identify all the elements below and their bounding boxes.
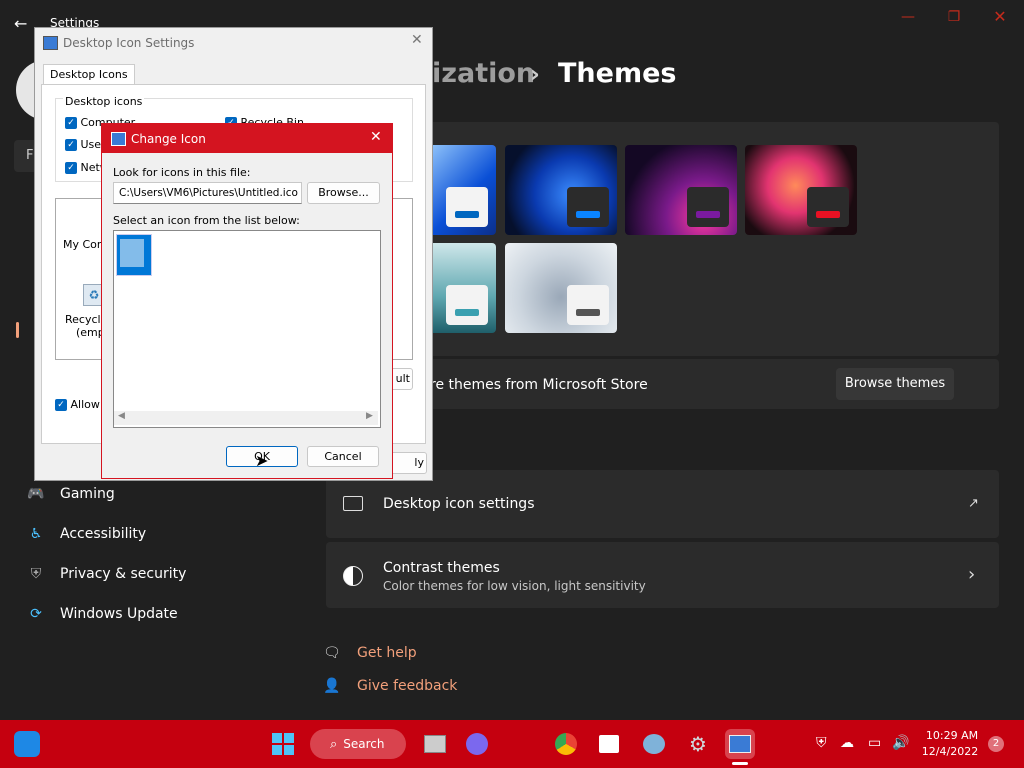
theme-2[interactable] <box>505 145 617 235</box>
cancel-button[interactable]: Cancel <box>307 446 379 467</box>
active-indicator <box>732 762 748 765</box>
gamepad-icon: 🎮 <box>27 486 45 502</box>
close-button[interactable]: ✕ <box>978 6 1022 28</box>
page-title: Themes <box>558 58 677 89</box>
taskbar: ⌕ Search ⚙ ⛨ ☁ ▭ 🔊 10:29 AM 12/4/2022 2 <box>0 720 1024 768</box>
accessibility-icon: ♿ <box>29 526 43 542</box>
paint-icon[interactable] <box>639 729 669 759</box>
scroll-right-arrow-icon[interactable]: ▶ <box>366 411 373 421</box>
select-icon-label: Select an icon from the list below: <box>113 214 300 227</box>
dialog-title: Desktop Icon Settings <box>63 36 195 50</box>
get-help-link[interactable]: Get help <box>357 645 417 661</box>
theme-3[interactable] <box>625 145 737 235</box>
onedrive-icon[interactable]: ☁ <box>840 735 854 751</box>
search-icon: ⌕ <box>330 736 338 752</box>
back-arrow-icon[interactable]: ← <box>14 14 34 34</box>
theme-6[interactable] <box>505 243 617 333</box>
selected-icon-thumb <box>120 239 144 267</box>
mouse-cursor-icon: ➤ <box>255 451 269 470</box>
breadcrumb-parent[interactable]: ization <box>432 58 535 89</box>
allow-themes-check[interactable]: ✓ Allow t <box>55 398 108 411</box>
start-icon[interactable] <box>268 729 298 759</box>
widgets-icon[interactable] <box>14 731 40 757</box>
chevron-right-icon: › <box>968 564 976 585</box>
restore-button[interactable]: ❐ <box>932 6 976 28</box>
desktop-icon <box>343 496 363 511</box>
chrome-icon[interactable] <box>551 729 581 759</box>
nav-label-update: Windows Update <box>60 606 178 622</box>
breadcrumb-separator: › <box>530 60 540 88</box>
apply-button[interactable]: ly <box>387 452 427 474</box>
contrast-icon <box>343 566 363 586</box>
minimize-button[interactable]: — <box>886 6 930 28</box>
help-icon: 🗨 <box>323 645 341 661</box>
desktop-icon-settings-label: Desktop icon settings <box>383 496 535 512</box>
clock-date[interactable]: 12/4/2022 <box>920 745 980 758</box>
shield-icon: ⛨ <box>30 566 42 582</box>
control-panel-icon[interactable] <box>725 729 755 759</box>
contrast-title: Contrast themes <box>383 560 500 576</box>
file-path-input[interactable]: C:\Users\VM6\Pictures\Untitled.ico <box>113 182 302 204</box>
settings-gear-icon[interactable]: ⚙ <box>683 729 713 759</box>
nav-gaming[interactable]: 🎮 Gaming <box>26 481 115 507</box>
dialog-close-button[interactable]: ✕ <box>411 32 423 48</box>
browse-themes-button[interactable]: Browse themes <box>836 368 954 400</box>
clock-time[interactable]: 10:29 AM <box>924 729 980 742</box>
tab-desktop-icons[interactable]: Desktop Icons <box>43 64 135 84</box>
nav-label-gaming: Gaming <box>60 486 115 502</box>
volume-icon[interactable]: 🔊 <box>892 735 909 751</box>
nav-accessibility[interactable]: ♿ Accessibility <box>26 521 146 547</box>
theme-4[interactable] <box>745 145 857 235</box>
change-icon-title: Change Icon <box>131 132 206 146</box>
update-icon: ⟳ <box>30 606 42 622</box>
external-link-icon: ↗ <box>968 496 979 511</box>
nav-indicator <box>16 322 19 338</box>
change-icon-close-button[interactable]: ✕ <box>370 129 382 145</box>
group-label: Desktop icons <box>63 95 145 108</box>
store-text: re themes from Microsoft Store <box>430 377 648 393</box>
nav-windows-update[interactable]: ⟳ Windows Update <box>26 601 178 627</box>
taskbar-search[interactable]: ⌕ Search <box>310 729 406 759</box>
taskbar-search-label: Search <box>343 737 385 751</box>
browse-button[interactable]: Browse... <box>307 182 380 204</box>
teams-icon[interactable] <box>462 729 492 759</box>
check-user[interactable]: ✓ User <box>65 138 106 151</box>
nav-label-accessibility: Accessibility <box>60 526 147 542</box>
scroll-left-arrow-icon[interactable]: ◀ <box>118 411 125 421</box>
contrast-subtitle: Color themes for low vision, light sensi… <box>383 579 646 593</box>
network-icon[interactable]: ▭ <box>868 735 881 751</box>
security-icon[interactable]: ⛨ <box>816 735 827 751</box>
nav-label-privacy: Privacy & security <box>60 566 187 582</box>
scrollbar-horizontal[interactable] <box>114 411 378 425</box>
icon-list[interactable] <box>113 230 381 428</box>
feedback-icon: 👤 <box>323 678 341 694</box>
nav-privacy-security[interactable]: ⛨ Privacy & security <box>26 561 187 587</box>
change-icon-dialog: Change Icon ✕ Look for icons in this fil… <box>101 123 393 479</box>
notification-badge[interactable]: 2 <box>988 736 1004 752</box>
store-icon[interactable] <box>594 729 624 759</box>
change-icon-app-icon <box>111 132 126 146</box>
dialog-app-icon <box>43 36 58 50</box>
give-feedback-link[interactable]: Give feedback <box>357 678 457 694</box>
look-for-label: Look for icons in this file: <box>113 166 251 179</box>
task-view-icon[interactable] <box>420 729 450 759</box>
